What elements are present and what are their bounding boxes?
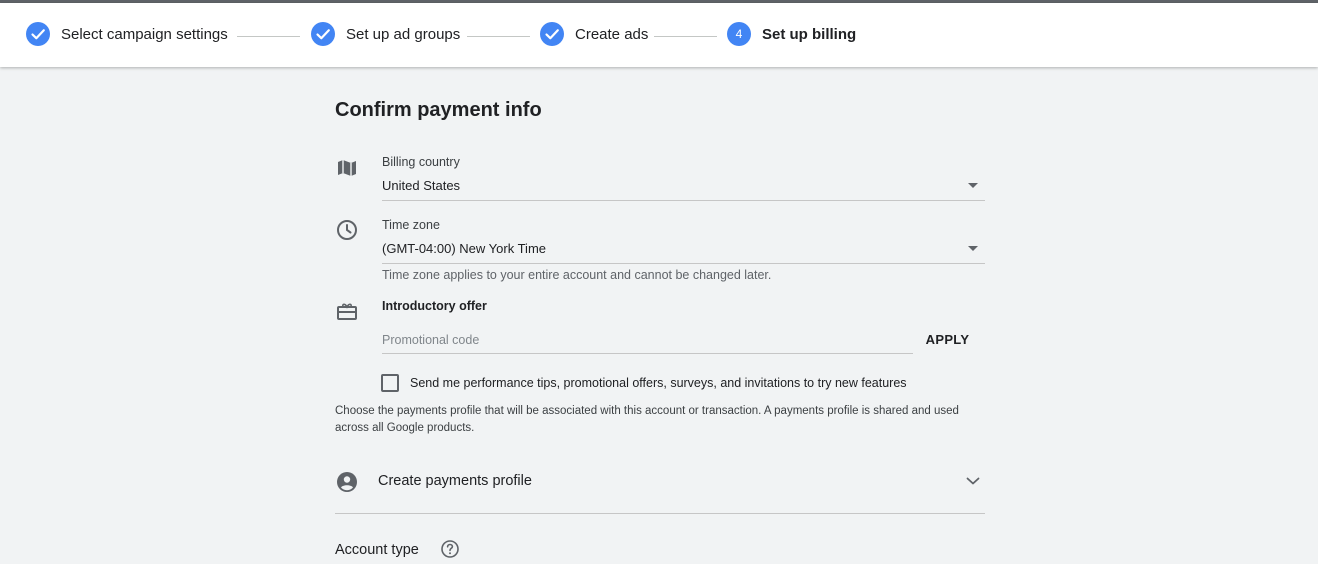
create-payments-profile-label: Create payments profile (378, 473, 532, 489)
billing-country-label: Billing country (382, 155, 460, 169)
step-label: Select campaign settings (61, 25, 228, 43)
dropdown-arrow-icon[interactable] (968, 246, 978, 251)
step-create-ads[interactable]: Create ads (540, 21, 648, 47)
check-icon (26, 22, 50, 46)
tips-checkbox-label[interactable]: Send me performance tips, promotional of… (410, 376, 907, 390)
step-connector (654, 36, 717, 37)
dropdown-arrow-icon[interactable] (968, 183, 978, 188)
check-icon (540, 22, 564, 46)
step-label: Set up ad groups (346, 25, 461, 43)
tips-checkbox[interactable] (381, 374, 399, 392)
step-label: Set up billing (762, 25, 857, 43)
step-label: Create ads (575, 25, 649, 43)
clock-icon (335, 218, 359, 242)
time-zone-label: Time zone (382, 218, 440, 232)
step-set-up-billing[interactable]: 4 Set up billing (727, 21, 856, 47)
step-set-up-ad-groups[interactable]: Set up ad groups (311, 21, 460, 47)
step-connector (237, 36, 300, 37)
apply-button[interactable]: APPLY (920, 327, 975, 351)
time-zone-helper-text: Time zone applies to your entire account… (382, 268, 772, 282)
billing-country-underline (382, 200, 985, 201)
section-divider (335, 513, 985, 514)
progress-stepper: Select campaign settings Set up ad group… (0, 3, 1318, 67)
intro-offer-label: Introductory offer (382, 299, 487, 313)
check-icon (311, 22, 335, 46)
create-payments-profile-row[interactable]: Create payments profile (335, 465, 985, 515)
chevron-down-icon[interactable] (963, 471, 983, 491)
help-icon[interactable] (440, 539, 460, 559)
gift-card-icon (335, 299, 359, 323)
account-type-label: Account type (335, 542, 419, 558)
payments-profile-info: Choose the payments profile that will be… (335, 405, 959, 434)
account-circle-icon (335, 470, 359, 494)
step-select-campaign-settings[interactable]: Select campaign settings (26, 21, 228, 47)
step-number-badge: 4 (727, 22, 751, 46)
map-icon (335, 156, 359, 180)
time-zone-underline (382, 263, 985, 264)
time-zone-select[interactable]: (GMT-04:00) New York Time (382, 241, 546, 256)
page-title: Confirm payment info (335, 99, 542, 121)
promo-code-input[interactable] (382, 326, 913, 354)
billing-country-select[interactable]: United States (382, 178, 460, 193)
step-connector (467, 36, 530, 37)
